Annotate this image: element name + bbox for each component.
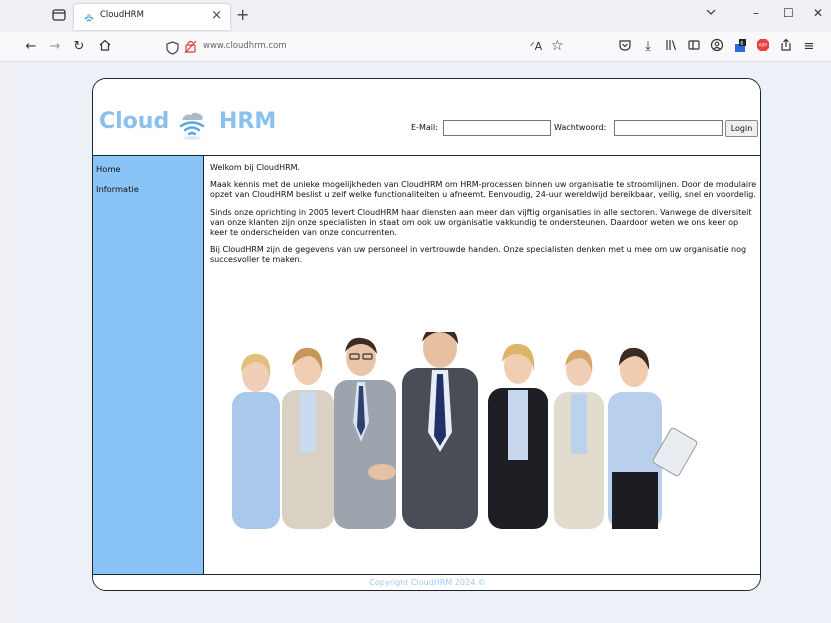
shield-icon[interactable] [166,40,179,59]
main-content: Welkom bij CloudHRM. Maak kennis met de … [210,163,758,273]
home-icon[interactable] [96,38,114,56]
bookmark-star-icon[interactable]: ☆ [551,38,564,54]
forward-icon[interactable]: → [46,38,64,56]
team-photo [222,325,742,529]
login-form: E-Mail: Wachtwoord: Login [93,120,760,138]
translate-icon[interactable]: ᐟA [530,40,542,53]
download-icon[interactable]: ⤓ [639,38,657,56]
sidebar-item-home[interactable]: Home [96,164,121,174]
browser-nav-bar: ← → ↻ www.cloudhrm.com ᐟA ☆ ⤓ 6 ABP ≡ [0,32,831,62]
sidebar-icon[interactable] [685,38,703,56]
maximize-icon[interactable]: ☐ [783,6,794,20]
browser-tab-bar: CloudHRM × + – ☐ ✕ [0,0,831,32]
account-icon[interactable] [708,38,726,56]
close-window-icon[interactable]: ✕ [813,6,823,20]
menu-icon[interactable]: ≡ [800,38,818,56]
welcome-text: Welkom bij CloudHRM. [210,163,301,172]
sidebar-item-informatie[interactable]: Informatie [96,184,139,194]
copyright-text: Copyright CloudHRM 2024 © [369,578,486,587]
tab-list-icon[interactable] [50,6,68,24]
extension-icon[interactable]: 6 [731,38,749,56]
site-container: Cloud HRM E-Mail: Wachtwoord: Login Home… [92,78,761,591]
trust-paragraph: Bij CloudHRM zijn de gegevens van uw per… [210,245,747,265]
intro-paragraph: Maak kennis met de unieke mogelijkheden … [210,180,757,200]
email-label: E-Mail: [411,123,438,132]
login-button[interactable]: Login [725,120,758,137]
svg-text:ABP: ABP [759,43,768,48]
adblock-icon[interactable]: ABP [754,38,772,56]
tab-title: CloudHRM [100,10,144,20]
tab-close-icon[interactable]: × [211,8,222,23]
site-header: Cloud HRM E-Mail: Wachtwoord: Login [93,79,760,156]
tab-overflow-icon[interactable] [705,6,717,21]
pocket-icon[interactable] [616,38,634,56]
page-viewport: Cloud HRM E-Mail: Wachtwoord: Login Home… [17,62,831,623]
password-label: Wachtwoord: [554,123,607,132]
email-input[interactable] [443,120,551,136]
url-text: www.cloudhrm.com [203,41,287,51]
password-input[interactable] [614,120,723,136]
site-footer: Copyright CloudHRM 2024 © [93,574,760,590]
back-icon[interactable]: ← [22,38,40,56]
history-paragraph: Sinds onze oprichting in 2005 levert Clo… [210,207,752,238]
lock-icon[interactable] [184,39,197,58]
browser-tab[interactable]: CloudHRM × [74,4,230,30]
reload-icon[interactable]: ↻ [70,38,88,56]
cloudhrm-favicon-icon [82,10,96,24]
url-bar[interactable]: www.cloudhrm.com ᐟA ☆ [160,35,570,59]
svg-text:6: 6 [740,41,743,47]
minimize-icon[interactable]: – [753,6,759,20]
sidebar-menu: Home Informatie [93,156,204,574]
share-icon[interactable] [777,38,795,56]
library-icon[interactable] [662,38,680,56]
new-tab-icon[interactable]: + [236,5,249,24]
